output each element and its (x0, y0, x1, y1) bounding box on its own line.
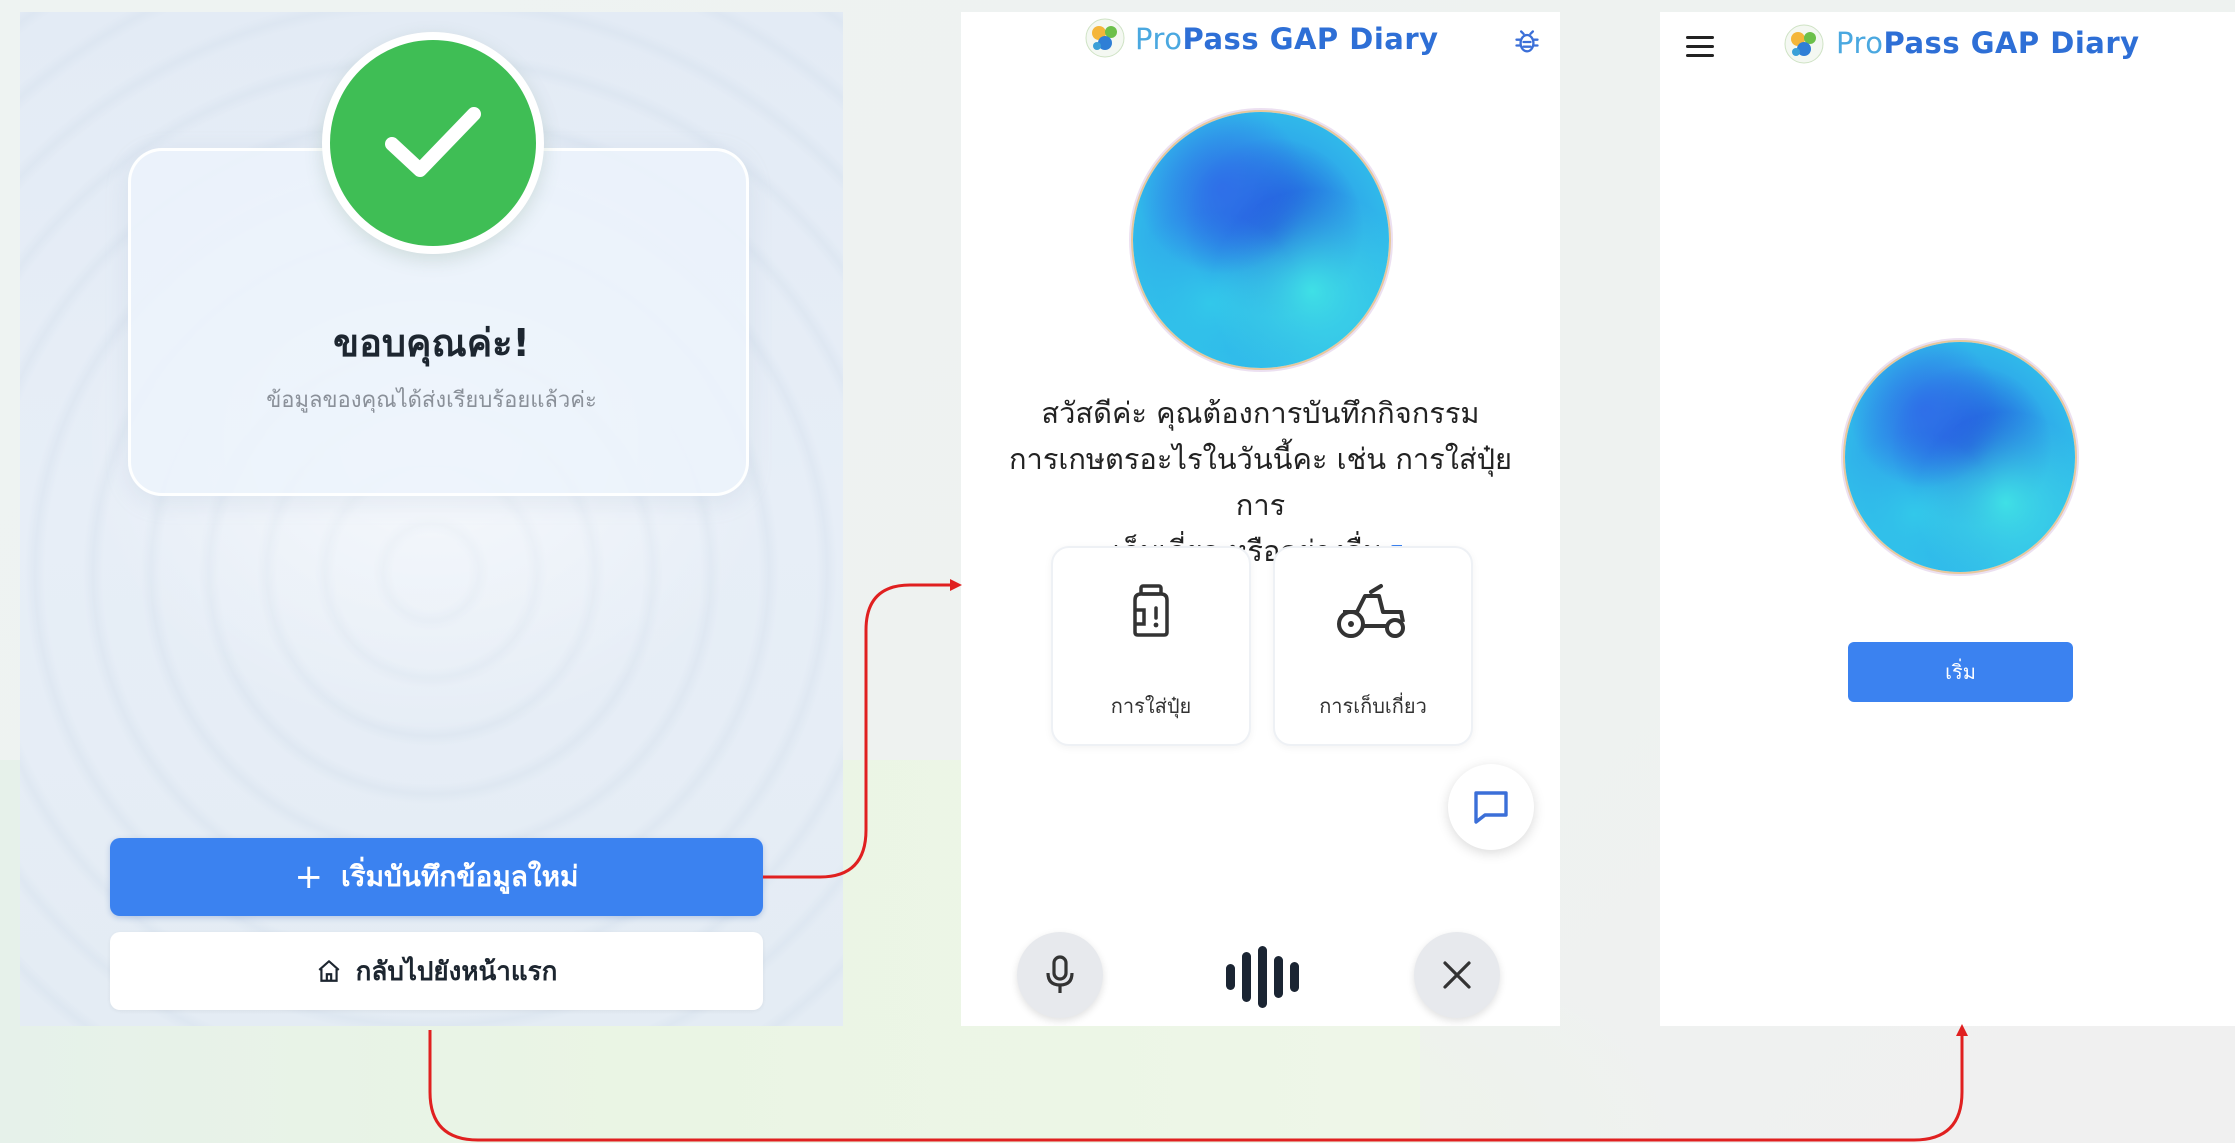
flow-connectors (428, 579, 1968, 1142)
connector-home-to-start (428, 1030, 1964, 1142)
arrowhead-to-assistant (950, 579, 962, 591)
arrowhead-to-start (1956, 1024, 1968, 1036)
connector-new-entry-to-assistant (763, 583, 952, 879)
